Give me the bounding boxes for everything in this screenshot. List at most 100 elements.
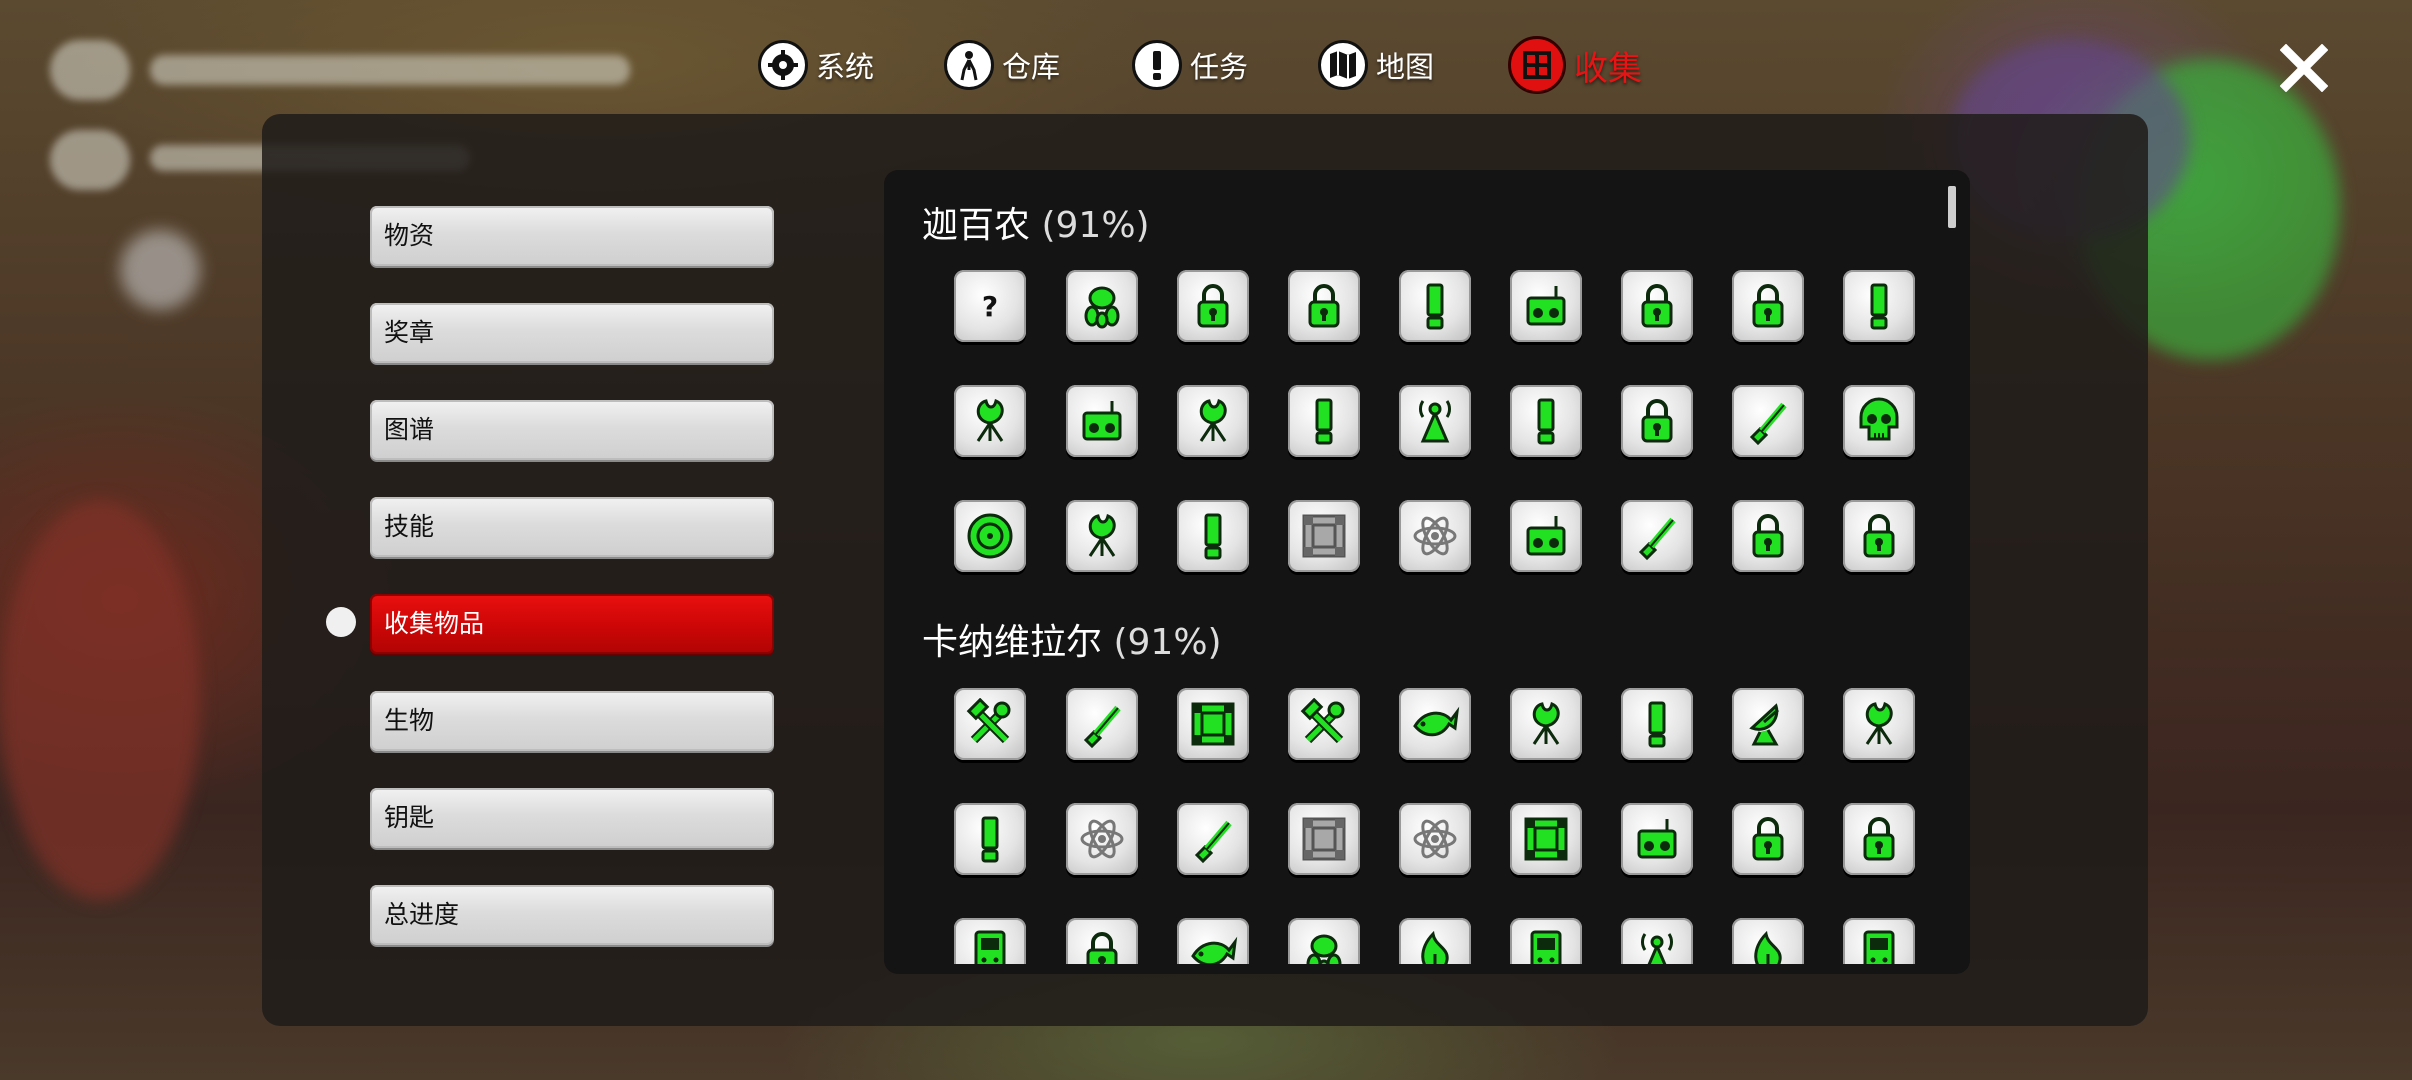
leaf-icon — [1754, 930, 1782, 964]
collectible-tile[interactable] — [1732, 803, 1804, 875]
collectible-tile[interactable] — [954, 918, 1026, 964]
nav-label: 系统 — [816, 50, 875, 84]
exclamation-icon — [1132, 40, 1182, 90]
collectible-tile[interactable] — [1510, 688, 1582, 760]
collectible-tile[interactable] — [1510, 500, 1582, 572]
shovel-icon — [1194, 820, 1232, 864]
plant-icon — [1865, 701, 1893, 745]
collectible-tile[interactable] — [1399, 385, 1471, 457]
frame-icon — [1524, 817, 1568, 861]
antenna-icon — [1418, 400, 1452, 443]
atom-gray-icon — [1413, 819, 1457, 859]
category-skills[interactable]: 技能 — [370, 497, 774, 557]
collectible-tile[interactable] — [1066, 918, 1138, 964]
exclaim-icon — [1648, 701, 1666, 748]
collectible-tile[interactable] — [954, 385, 1026, 457]
nav-tab-map[interactable]: 地图 — [1318, 30, 1434, 100]
collectible-tile[interactable] — [1288, 385, 1360, 457]
nav-label: 地图 — [1376, 50, 1435, 84]
collectible-tile[interactable] — [954, 688, 1026, 760]
collectible-tile[interactable] — [1621, 918, 1693, 964]
collectible-tile[interactable] — [1288, 688, 1360, 760]
tools-icon — [1300, 698, 1345, 744]
collectible-tile[interactable] — [1621, 803, 1693, 875]
collectible-tile[interactable] — [1843, 385, 1915, 457]
fish-icon — [1191, 936, 1238, 964]
category-supplies[interactable]: 物资 — [370, 206, 774, 266]
collectible-tile[interactable] — [1399, 918, 1471, 964]
radio-icon — [1526, 516, 1566, 556]
nav-tab-system[interactable]: 系统 — [758, 30, 874, 100]
category-total-progress[interactable]: 总进度 — [370, 885, 774, 945]
lock-icon — [1752, 284, 1784, 328]
collectible-tile[interactable] — [1732, 385, 1804, 457]
collectible-tile[interactable] — [1399, 803, 1471, 875]
fish-icon — [1413, 706, 1460, 737]
collectible-tile[interactable] — [1399, 500, 1471, 572]
close-icon — [2280, 44, 2328, 92]
collectible-tile[interactable] — [1510, 270, 1582, 342]
collectible-tile[interactable] — [1177, 918, 1249, 964]
collectible-tile[interactable] — [1399, 270, 1471, 342]
collectible-tile[interactable] — [1510, 803, 1582, 875]
collectible-tile[interactable] — [1177, 385, 1249, 457]
collectible-tile[interactable] — [1843, 803, 1915, 875]
collectible-tile[interactable] — [1621, 688, 1693, 760]
collectible-tile[interactable] — [1732, 500, 1804, 572]
leaf-icon — [1421, 930, 1449, 964]
category-medals[interactable]: 奖章 — [370, 303, 774, 363]
collectible-tile[interactable] — [1066, 385, 1138, 457]
nav-tab-collect[interactable]: 收集 — [1508, 30, 1642, 100]
collectible-tile[interactable] — [1732, 270, 1804, 342]
collectible-tile[interactable] — [954, 803, 1026, 875]
collectible-tile[interactable] — [1621, 500, 1693, 572]
collectible-tile[interactable] — [1510, 918, 1582, 964]
collectible-tile[interactable] — [1843, 688, 1915, 760]
collectible-tile[interactable] — [1843, 270, 1915, 342]
collectible-tile[interactable] — [1621, 385, 1693, 457]
device-icon — [1863, 930, 1895, 964]
collectible-tile[interactable] — [1288, 803, 1360, 875]
collectible-tile[interactable] — [1288, 918, 1360, 964]
exclaim-icon — [1426, 283, 1444, 330]
nav-tab-missions[interactable]: 任务 — [1132, 30, 1248, 100]
disc-icon — [967, 513, 1013, 559]
category-collectibles[interactable]: 收集物品 — [370, 594, 774, 654]
skull-icon — [1859, 397, 1899, 441]
nav-tab-storage[interactable]: 仓库 — [944, 30, 1060, 100]
collectible-tile[interactable] — [1621, 270, 1693, 342]
collectible-tile[interactable] — [1843, 500, 1915, 572]
collectible-tile[interactable] — [1510, 385, 1582, 457]
collectible-tile[interactable]: ? — [954, 270, 1026, 342]
collectible-tile[interactable] — [1177, 270, 1249, 342]
lock-icon — [1641, 399, 1673, 443]
exclaim-icon — [981, 816, 999, 863]
collectible-tile[interactable] — [1732, 688, 1804, 760]
collectible-tile[interactable] — [1177, 803, 1249, 875]
collectible-tile[interactable] — [1177, 500, 1249, 572]
collection-grid: ? — [884, 170, 1970, 964]
category-atlas[interactable]: 图谱 — [370, 400, 774, 460]
device-icon — [1530, 930, 1562, 964]
category-creatures[interactable]: 生物 — [370, 691, 774, 751]
collectible-tile[interactable] — [1288, 270, 1360, 342]
background-blur-white — [120, 230, 200, 310]
collectible-tile[interactable] — [1843, 918, 1915, 964]
collectible-tile[interactable] — [1066, 270, 1138, 342]
close-button[interactable] — [2272, 36, 2336, 100]
collectible-tile[interactable] — [1066, 803, 1138, 875]
collectible-tile[interactable] — [1177, 688, 1249, 760]
collectible-tile[interactable] — [1288, 500, 1360, 572]
plant-icon — [1532, 701, 1560, 745]
collectible-tile[interactable] — [1399, 688, 1471, 760]
nav-label: 任务 — [1190, 50, 1249, 84]
collectible-tile[interactable] — [1066, 500, 1138, 572]
category-keys[interactable]: 钥匙 — [370, 788, 774, 848]
collectible-tile[interactable] — [1066, 688, 1138, 760]
atom-gray-icon — [1413, 516, 1457, 556]
collectible-tile[interactable] — [1732, 918, 1804, 964]
frame-gray-icon — [1302, 817, 1346, 861]
creature-icon — [1084, 286, 1120, 329]
collectible-tile[interactable] — [954, 500, 1026, 572]
radio-icon — [1526, 286, 1566, 326]
